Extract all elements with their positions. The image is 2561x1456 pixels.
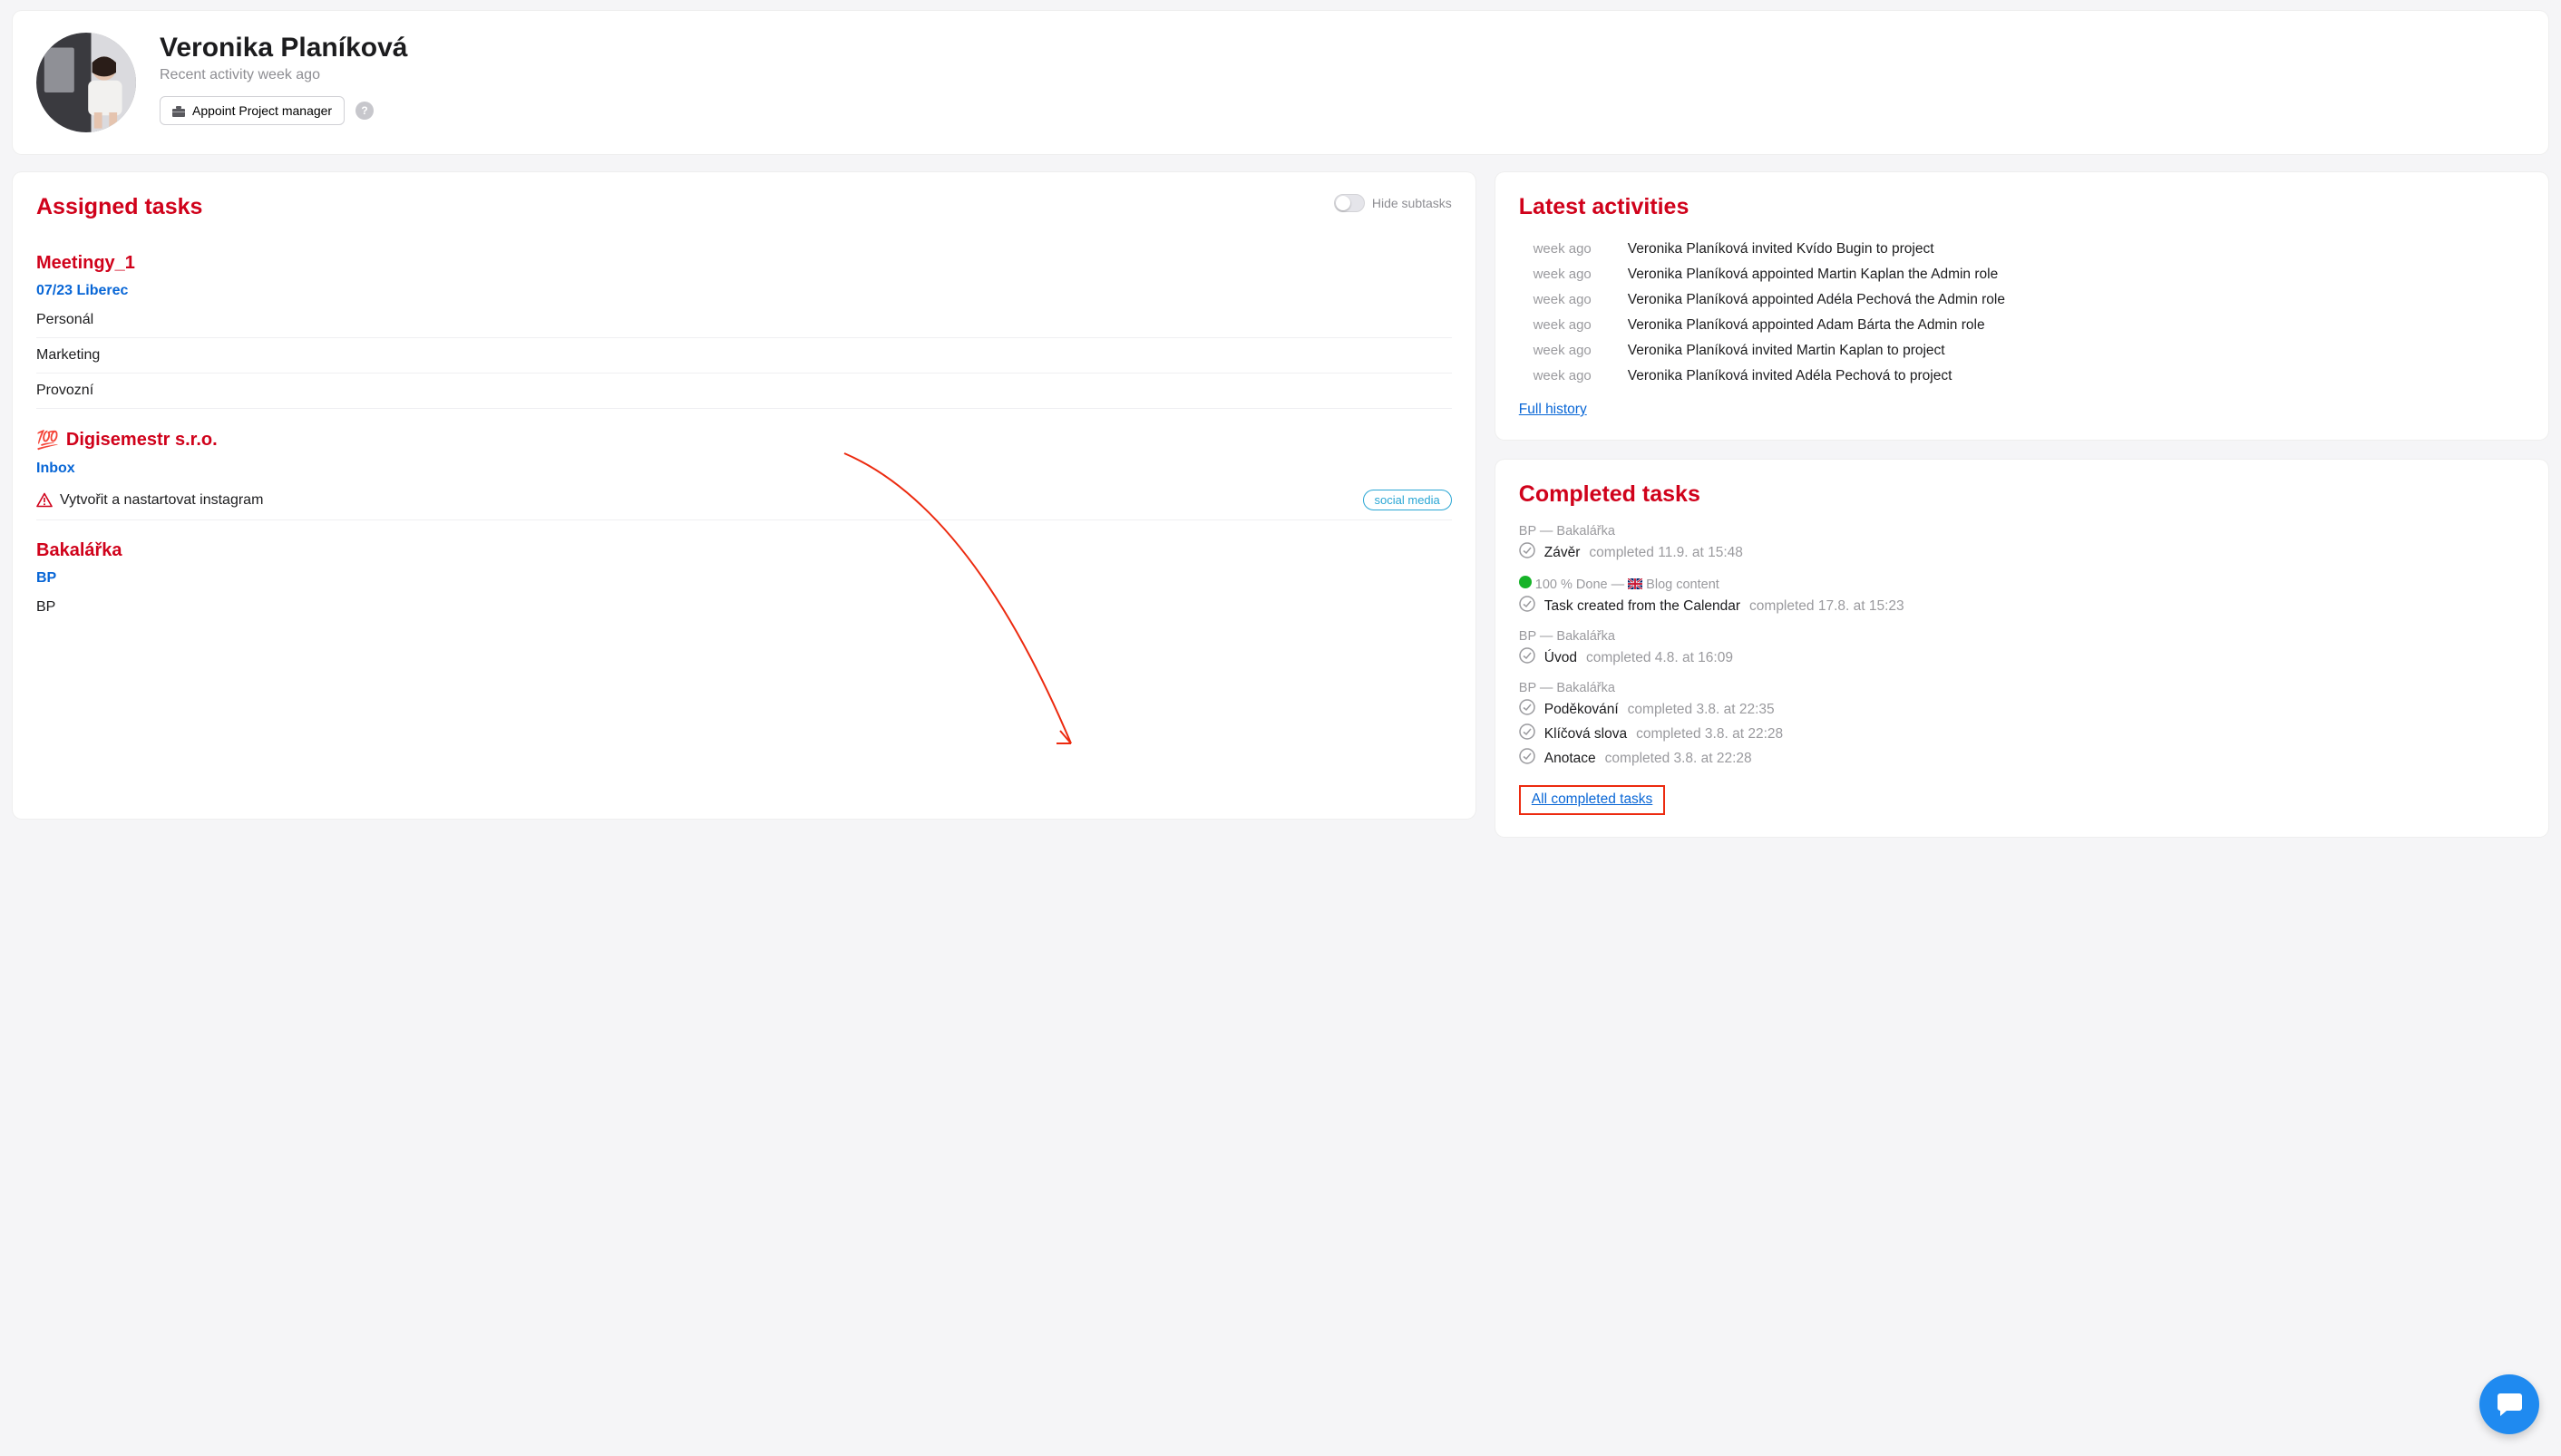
completed-task-row[interactable]: Anotace completed 3.8. at 22:28	[1519, 748, 2525, 769]
chat-fab[interactable]	[2479, 1374, 2539, 1434]
project-name: Bakalářka	[36, 540, 122, 561]
activity-text: Veronika Planíková invited Kvído Bugin t…	[1628, 241, 2525, 257]
project-title[interactable]: Bakalářka	[36, 540, 1452, 561]
completed-task-row[interactable]: Task created from the Calendar completed …	[1519, 596, 2525, 616]
project-title[interactable]: 💯 Digisemestr s.r.o.	[36, 429, 1452, 451]
completed-context: BP — Bakalářka	[1519, 629, 2525, 644]
task-name: Marketing	[36, 347, 100, 364]
completed-context: BP — Bakalářka	[1519, 524, 2525, 539]
task-row[interactable]: Personál	[36, 303, 1452, 338]
appoint-pm-label: Appoint Project manager	[192, 103, 332, 118]
activity-time: week ago	[1519, 343, 1592, 359]
activity-text: Veronika Planíková invited Martin Kaplan…	[1628, 343, 2525, 359]
activity-row[interactable]: week ago Veronika Planíková invited Kvído…	[1519, 237, 2525, 262]
stage-title[interactable]: BP	[36, 570, 1452, 587]
completed-task-row[interactable]: Závěr completed 11.9. at 15:48	[1519, 542, 2525, 563]
task-name: BP	[36, 599, 55, 616]
check-circle-icon	[1519, 748, 1535, 769]
stage-title[interactable]: 07/23 Liberec	[36, 283, 1452, 299]
activity-row[interactable]: week ago Veronika Planíková appointed Mar…	[1519, 262, 2525, 287]
toggle-icon	[1334, 194, 1365, 212]
assigned-title: Assigned tasks	[36, 194, 202, 220]
completed-task-meta: completed 3.8. at 22:35	[1628, 702, 1775, 718]
chat-icon	[2496, 1392, 2523, 1417]
completed-task-meta: completed 3.8. at 22:28	[1605, 751, 1752, 767]
task-tag[interactable]: social media	[1363, 490, 1452, 510]
assigned-tasks-card: Assigned tasks Hide subtasks Meetingy_1 0…	[13, 172, 1475, 819]
completed-task-row[interactable]: Úvod completed 4.8. at 16:09	[1519, 647, 2525, 668]
check-circle-icon	[1519, 542, 1535, 563]
completed-task-row[interactable]: Klíčová slova completed 3.8. at 22:28	[1519, 723, 2525, 744]
activity-row[interactable]: week ago Veronika Planíková invited Marti…	[1519, 338, 2525, 364]
completed-task-meta: completed 4.8. at 16:09	[1586, 650, 1733, 666]
completed-task-name: Poděkování	[1544, 702, 1619, 718]
completed-task-name: Anotace	[1544, 751, 1596, 767]
activity-text: Veronika Planíková appointed Adam Bárta …	[1628, 317, 2525, 334]
profile-card: Veronika Planíková Recent activity week …	[13, 11, 2548, 154]
avatar[interactable]	[36, 33, 136, 132]
activity-row[interactable]: week ago Veronika Planíková appointed Ada…	[1519, 313, 2525, 338]
completed-task-name: Task created from the Calendar	[1544, 598, 1740, 615]
full-history-link[interactable]: Full history	[1519, 402, 1587, 418]
profile-name: Veronika Planíková	[160, 33, 407, 63]
check-circle-icon	[1519, 647, 1535, 668]
uk-flag-icon	[1628, 578, 1642, 592]
task-row[interactable]: Vytvořit a nastartovat instagram social m…	[36, 480, 1452, 520]
help-icon[interactable]: ?	[355, 102, 374, 120]
task-row[interactable]: BP	[36, 590, 1452, 625]
activity-row[interactable]: week ago Veronika Planíková appointed Adé…	[1519, 287, 2525, 313]
completed-context: BP — Bakalářka	[1519, 681, 2525, 695]
project-name: Digisemestr s.r.o.	[66, 430, 218, 451]
completed-task-name: Závěr	[1544, 545, 1581, 561]
all-completed-link-box: All completed tasks	[1519, 785, 1666, 815]
task-name: Personál	[36, 312, 93, 328]
hide-subtasks-label: Hide subtasks	[1372, 196, 1452, 210]
completed-task-meta: completed 11.9. at 15:48	[1589, 545, 1742, 561]
activity-time: week ago	[1519, 292, 1592, 308]
project-title[interactable]: Meetingy_1	[36, 253, 1452, 274]
all-completed-link[interactable]: All completed tasks	[1532, 791, 1653, 807]
warning-icon	[36, 492, 53, 509]
profile-recent-activity: Recent activity week ago	[160, 67, 407, 83]
project-name: Meetingy_1	[36, 253, 135, 274]
activity-text: Veronika Planíková appointed Adéla Pecho…	[1628, 292, 2525, 308]
completed-task-name: Klíčová slova	[1544, 726, 1627, 743]
completed-title: Completed tasks	[1519, 481, 2525, 508]
check-circle-icon	[1519, 699, 1535, 720]
completed-context: 100 % Done — Blog content	[1519, 576, 2525, 592]
activity-row[interactable]: week ago Veronika Planíková invited Adéla…	[1519, 364, 2525, 389]
appoint-pm-button[interactable]: Appoint Project manager	[160, 96, 345, 125]
hide-subtasks-toggle[interactable]: Hide subtasks	[1334, 194, 1452, 212]
briefcase-icon	[172, 105, 185, 116]
activity-time: week ago	[1519, 317, 1592, 334]
task-name: Vytvořit a nastartovat instagram	[60, 492, 263, 509]
task-name: Provozní	[36, 383, 93, 399]
activities-title: Latest activities	[1519, 194, 2525, 220]
completed-task-row[interactable]: Poděkování completed 3.8. at 22:35	[1519, 699, 2525, 720]
activity-time: week ago	[1519, 267, 1592, 283]
completed-task-meta: completed 17.8. at 15:23	[1749, 598, 1904, 615]
task-row[interactable]: Marketing	[36, 338, 1452, 374]
check-circle-icon	[1519, 723, 1535, 744]
project-emoji-icon: 💯	[36, 429, 59, 451]
activities-card: Latest activities week ago Veronika Planí…	[1495, 172, 2548, 440]
check-circle-icon	[1519, 596, 1535, 616]
activity-text: Veronika Planíková appointed Martin Kapl…	[1628, 267, 2525, 283]
stage-title[interactable]: Inbox	[36, 461, 1452, 477]
task-row[interactable]: Provozní	[36, 374, 1452, 409]
completed-card: Completed tasks BP — Bakalářka Závěr compl…	[1495, 460, 2548, 837]
completed-task-meta: completed 3.8. at 22:28	[1636, 726, 1783, 743]
completed-task-name: Úvod	[1544, 650, 1577, 666]
avatar-image	[36, 33, 136, 132]
activity-time: week ago	[1519, 241, 1592, 257]
activity-time: week ago	[1519, 368, 1592, 384]
green-dot-icon	[1519, 576, 1532, 588]
activity-text: Veronika Planíková invited Adéla Pechová…	[1628, 368, 2525, 384]
